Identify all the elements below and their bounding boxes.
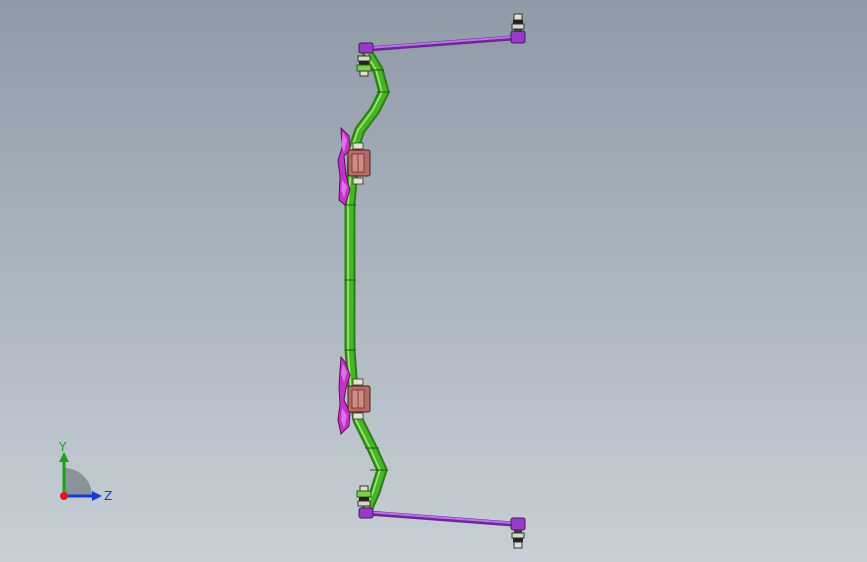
sway-bar[interactable] <box>344 44 390 518</box>
reference-triad: Y Z <box>58 440 112 503</box>
triad-z-arrow <box>92 491 102 501</box>
triad-y-label: Y <box>58 440 67 454</box>
bottom-end-link[interactable] <box>356 485 526 549</box>
cad-graphics-viewport[interactable]: Y Z <box>0 0 867 562</box>
triad-plane-shading <box>64 468 92 496</box>
triad-origin <box>60 492 68 500</box>
triad-z-label: Z <box>104 489 112 503</box>
stabilizer-bar-assembly[interactable] <box>0 0 867 562</box>
